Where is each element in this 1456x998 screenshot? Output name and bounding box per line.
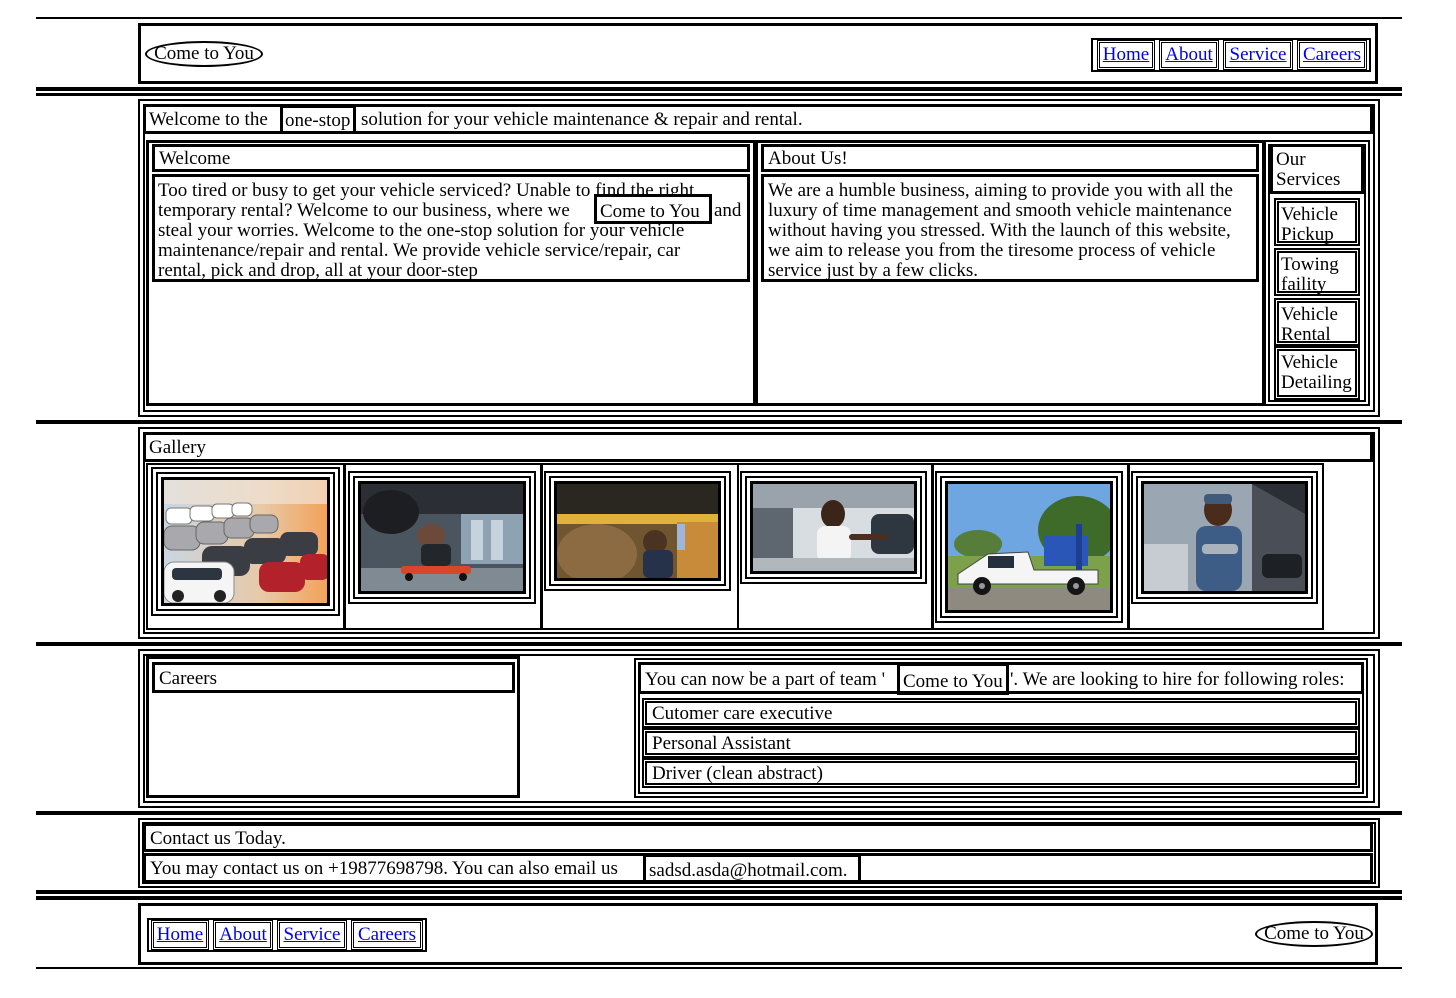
header-logo[interactable]: Come to You	[145, 41, 263, 67]
gallery-image-mechanic-with-tools[interactable]	[1141, 481, 1308, 594]
contact-text: You may contact us on +19877698798. You …	[150, 858, 618, 879]
section-rule-2	[36, 642, 1402, 646]
top-rule	[36, 17, 1402, 19]
gallery-image-mechanic-under-car[interactable]	[358, 481, 526, 594]
gallery-frame	[740, 471, 927, 584]
role-item[interactable]: Cutomer care executive	[642, 698, 1360, 728]
intro-bar: Welcome to the one-stop solution for you…	[143, 104, 1373, 134]
contact-email[interactable]: sadsd.asda@hotmail.com.	[643, 854, 861, 884]
nav-home-link[interactable]: Home	[1097, 40, 1155, 70]
gallery-title: Gallery	[143, 432, 1373, 462]
bottom-rule	[36, 967, 1402, 969]
gallery-frame	[935, 471, 1123, 623]
footer-logo[interactable]: Come to You	[1255, 921, 1373, 947]
careers-intro-after: '. We are looking to hire for following …	[1010, 669, 1345, 690]
contact-title: Contact us Today.	[143, 823, 1373, 852]
section-rule-1	[36, 420, 1402, 424]
intro-highlight: one-stop	[280, 105, 356, 134]
service-item-towing[interactable]: Towing faility	[1274, 248, 1360, 296]
gallery-frame	[348, 471, 536, 604]
about-title: About Us!	[761, 144, 1259, 172]
gallery-image-car-lot[interactable]	[161, 477, 330, 606]
gallery-image-mechanic-wrench[interactable]	[554, 481, 721, 581]
contact-body: You may contact us on +19877698798. You …	[143, 853, 1373, 884]
welcome-title: Welcome	[152, 144, 750, 172]
footer-rule-2	[36, 896, 1402, 900]
service-item-detailing[interactable]: Vehicle Detailing	[1274, 346, 1360, 400]
careers-intro: You can now be a part of team ' Come to …	[638, 662, 1364, 695]
section-rule-3	[36, 811, 1402, 815]
welcome-line-5: rental, pick and drop, all at your door-…	[158, 260, 478, 281]
footer-nav: Home About Service Careers	[147, 918, 427, 952]
gallery-image-tow-truck[interactable]	[945, 481, 1113, 613]
gallery-frame	[151, 467, 340, 616]
service-item-rental[interactable]: Vehicle Rental	[1274, 298, 1360, 346]
nav-service-link[interactable]: Service	[1223, 40, 1293, 70]
gallery-frame	[1131, 471, 1318, 604]
footer-about-link[interactable]: About	[213, 920, 273, 950]
services-title: Our Services	[1270, 144, 1364, 194]
welcome-line-4: maintenance/repair and rental. We provid…	[158, 240, 681, 261]
role-item[interactable]: Personal Assistant	[642, 728, 1360, 758]
careers-title: Careers	[152, 662, 515, 693]
site-header: Come to You Home About Service Careers	[138, 23, 1378, 84]
service-item-pickup[interactable]: Vehicle Pickup	[1274, 198, 1360, 246]
welcome-line-2b: and	[714, 200, 742, 221]
careers-brand-highlight: Come to You	[897, 663, 1009, 695]
nav-about-link[interactable]: About	[1159, 40, 1219, 70]
careers-intro-before: You can now be a part of team '	[645, 669, 885, 690]
footer-service-link[interactable]: Service	[277, 920, 347, 950]
header-rule-2	[36, 93, 1402, 96]
nav-careers-link[interactable]: Careers	[1297, 40, 1367, 70]
footer-home-link[interactable]: Home	[151, 920, 209, 950]
gallery-frame	[544, 471, 731, 591]
footer-careers-link[interactable]: Careers	[351, 920, 423, 950]
role-item[interactable]: Driver (clean abstract)	[642, 758, 1360, 788]
header-rule-1	[36, 87, 1402, 91]
intro-text-before: Welcome to the	[149, 109, 268, 130]
welcome-line-2a: temporary rental? Welcome to our busines…	[158, 200, 570, 221]
about-body: We are a humble business, aiming to prov…	[761, 174, 1259, 282]
intro-text-after: solution for your vehicle maintenance & …	[361, 109, 803, 130]
welcome-body: Too tired or busy to get your vehicle se…	[152, 174, 750, 282]
welcome-line-3: steal your worries. Welcome to the one-s…	[158, 220, 685, 241]
gallery-image-woman-mechanic[interactable]	[750, 481, 917, 574]
site-footer: Home About Service Careers Come to You	[138, 903, 1378, 965]
footer-rule-1	[36, 890, 1402, 894]
header-nav: Home About Service Careers	[1091, 38, 1371, 72]
